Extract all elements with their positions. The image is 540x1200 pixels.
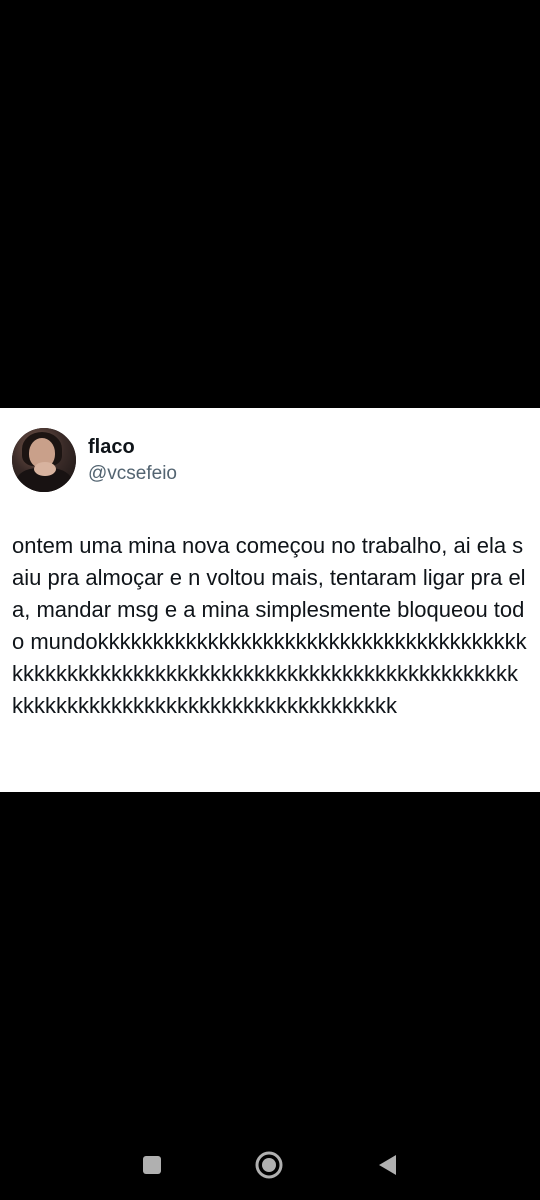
user-handle[interactable]: @vcsefeio bbox=[88, 462, 177, 486]
circle-home-icon bbox=[255, 1151, 283, 1179]
tweet-header: flaco @vcsefeio bbox=[12, 428, 528, 492]
display-name[interactable]: flaco bbox=[88, 435, 177, 459]
square-icon bbox=[143, 1156, 161, 1174]
triangle-back-icon bbox=[379, 1155, 396, 1175]
tweet-text: ontem uma mina nova começou no trabalho,… bbox=[12, 533, 527, 718]
tweet-card: flaco @vcsefeio ontem uma mina nova come… bbox=[0, 408, 540, 792]
back-button[interactable] bbox=[372, 1150, 402, 1180]
user-meta: flaco @vcsefeio bbox=[88, 435, 177, 486]
avatar[interactable] bbox=[12, 428, 76, 492]
avatar-hand bbox=[34, 462, 56, 476]
home-button[interactable] bbox=[254, 1150, 284, 1180]
system-navigation-bar bbox=[0, 1130, 540, 1200]
recents-button[interactable] bbox=[137, 1150, 167, 1180]
